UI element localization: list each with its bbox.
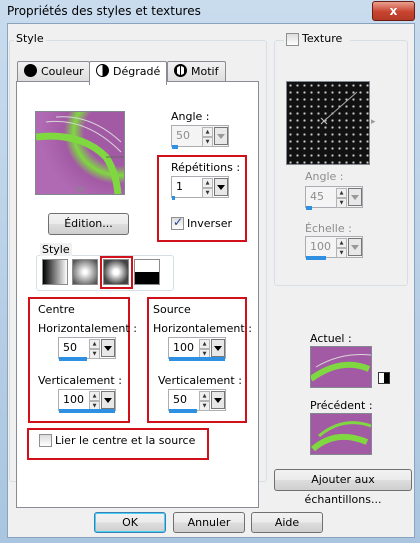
source-horizontal-label: Horizontalement : [153, 322, 252, 335]
previous-swatch-image [311, 414, 371, 454]
centre-horizontal-arrows[interactable]: ▲ ▼ [89, 339, 100, 359]
radial-style-icon[interactable] [134, 259, 160, 285]
gradient-style-label: Style [40, 243, 72, 256]
gradient-preview-image [35, 112, 124, 195]
texture-scale-arrows: ▲ ▼ [336, 238, 347, 258]
dialog-window: Propriétés des styles et textures x Styl… [0, 0, 420, 543]
texture-angle-arrows: ▲ ▼ [336, 188, 347, 208]
invert-checkbox[interactable] [171, 215, 184, 230]
texture-scale-value: 100 [310, 240, 331, 253]
texture-angle-dropdown-icon [348, 188, 362, 206]
source-vertical-dropdown-icon[interactable] [211, 391, 225, 409]
sunburst-highlight [100, 256, 133, 289]
texture-angle-value: 45 [310, 190, 324, 203]
centre-label: Centre [38, 303, 75, 316]
texture-angle-spinbox: 45 ▲ ▼ [305, 186, 363, 208]
source-vertical-arrows[interactable]: ▲ ▼ [199, 391, 210, 411]
centre-vertical-arrows[interactable]: ▲ ▼ [89, 391, 100, 411]
repetitions-spin-arrows[interactable]: ▲ ▼ [202, 178, 213, 198]
help-button[interactable]: Aide [251, 512, 323, 533]
tab-couleur-label: Couleur [41, 65, 84, 78]
source-horizontal-value[interactable]: 100 [173, 341, 194, 354]
centre-horizontal-dropdown-icon[interactable] [101, 339, 115, 357]
previous-label: Précédent : [310, 399, 373, 412]
texture-label: Texture [302, 32, 343, 45]
color-circle-icon [24, 64, 37, 77]
tab-motif[interactable]: Motif [167, 61, 226, 82]
source-vertical-value[interactable]: 50 [173, 393, 187, 406]
add-to-samples-button[interactable]: Ajouter aux échantillons... [274, 469, 412, 506]
source-horizontal-spinbox[interactable]: 100 ▲ ▼ [168, 337, 226, 359]
close-button[interactable]: x [372, 1, 415, 21]
dialog-client-area: Style Couleur Dégradé Motif Édition... A… [7, 23, 415, 538]
source-horizontal-arrows[interactable]: ▲ ▼ [199, 339, 210, 359]
centre-vertical-spinbox[interactable]: 100 ▲ ▼ [58, 389, 116, 411]
previous-swatch[interactable] [310, 413, 372, 455]
linear-style-icon[interactable] [42, 259, 68, 285]
tab-motif-label: Motif [191, 65, 219, 78]
repetitions-spinbox[interactable]: 1 ▲ ▼ [171, 176, 229, 198]
angle-level-bar [172, 145, 178, 149]
texture-expand-arrow-icon[interactable]: ▸ [371, 117, 376, 127]
texture-scale-spinbox: 100 ▲ ▼ [305, 236, 363, 258]
invert-label: Inverser [187, 217, 233, 230]
repetitions-dropdown-icon[interactable] [214, 178, 228, 196]
texture-angle-label: Angle : [305, 170, 344, 183]
current-swatch[interactable] [310, 346, 372, 388]
angle-spinbox: 50 ▲ ▼ [171, 125, 229, 147]
source-vertical-spinbox[interactable]: 50 ▲ ▼ [168, 389, 226, 411]
texture-checkbox[interactable] [286, 33, 299, 46]
pattern-globe-icon [174, 64, 187, 77]
link-centre-source-checkbox[interactable] [39, 434, 52, 447]
cancel-button[interactable]: Annuler [173, 512, 245, 533]
centre-horizontal-bar [59, 357, 87, 361]
repetitions-label: Répétitions : [171, 161, 241, 174]
source-vertical-bar [169, 409, 197, 413]
source-vertical-label: Verticalement : [158, 374, 242, 387]
texture-crosshair-icon [320, 91, 358, 125]
source-horizontal-dropdown-icon[interactable] [211, 339, 225, 357]
gradient-preview[interactable] [35, 111, 125, 195]
source-horizontal-bar [169, 357, 225, 361]
style-group-label: Style [14, 32, 46, 45]
angle-value: 50 [176, 129, 190, 142]
repetitions-level-bar [172, 196, 175, 200]
centre-vertical-value[interactable]: 100 [63, 393, 84, 406]
centre-vertical-dropdown-icon[interactable] [101, 391, 115, 409]
texture-preview[interactable] [286, 81, 370, 165]
repetitions-value[interactable]: 1 [176, 180, 183, 193]
texture-scale-bar [306, 256, 326, 260]
centre-vertical-bar [59, 409, 115, 413]
title-bar[interactable]: Propriétés des styles et textures x [0, 0, 420, 22]
centre-horizontal-spinbox[interactable]: 50 ▲ ▼ [58, 337, 116, 359]
tab-degrade-label: Dégradé [113, 65, 161, 78]
tab-degrade[interactable]: Dégradé [89, 61, 167, 85]
angle-spin-arrows: ▲ ▼ [202, 127, 213, 147]
edit-gradient-button[interactable]: Édition... [48, 213, 129, 235]
current-label: Actuel : [310, 332, 352, 345]
centre-vertical-label: Verticalement : [38, 374, 122, 387]
rectangular-style-icon[interactable] [72, 259, 98, 285]
link-centre-source-label: Lier le centre et la source [55, 434, 196, 447]
source-label: Source [153, 303, 191, 316]
texture-scale-label: Échelle : [305, 222, 352, 235]
swap-swatch-icon[interactable] [378, 372, 390, 384]
texture-angle-bar [306, 206, 312, 210]
texture-scale-dropdown-icon [348, 238, 362, 256]
tab-couleur[interactable]: Couleur [17, 61, 90, 82]
angle-label: Angle : [171, 110, 210, 123]
ok-button[interactable]: OK [94, 512, 166, 533]
texture-group-header: Texture [284, 32, 350, 46]
centre-horizontal-value[interactable]: 50 [63, 341, 77, 354]
current-swatch-image [311, 347, 371, 387]
gradient-circle-icon [96, 64, 109, 77]
centre-horizontal-label: Horizontalement : [38, 322, 137, 335]
window-title: Propriétés des styles et textures [7, 4, 201, 18]
angle-dropdown-icon [214, 127, 228, 145]
